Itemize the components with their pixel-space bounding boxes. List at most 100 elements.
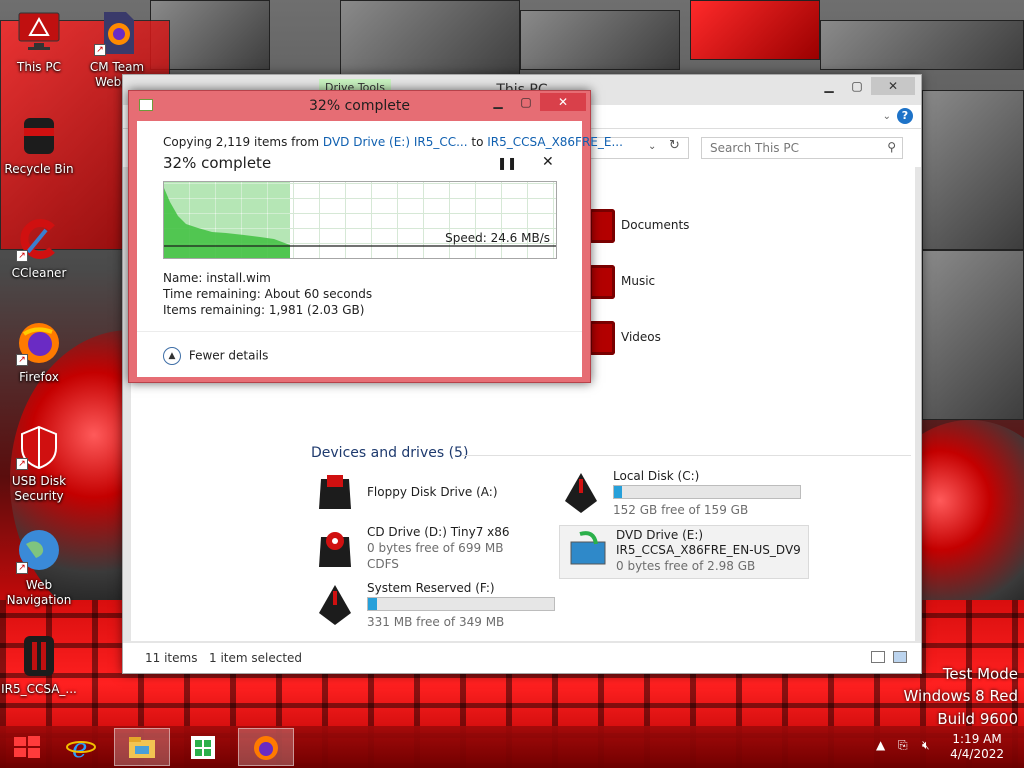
- section-divider: [461, 455, 911, 456]
- drive-local-c[interactable]: Local Disk (C:) 152 GB free of 159 GB: [557, 467, 807, 521]
- desktop-icon-label: Recycle Bin: [4, 162, 74, 176]
- hard-drive-icon: [565, 473, 597, 513]
- copy-source-link[interactable]: DVD Drive (E:) IR5_CC...: [323, 135, 468, 149]
- wallpaper-cube: [922, 250, 1024, 420]
- section-header[interactable]: Devices and drives (5): [311, 445, 468, 461]
- taskbar-store[interactable]: [176, 728, 232, 766]
- desktop-icon-usb-disk-security[interactable]: ↗ USB Disk Security: [1, 424, 77, 504]
- refresh-icon[interactable]: ↻: [669, 138, 680, 153]
- drive-name: CD Drive (D:) Tiny7 x86: [367, 525, 510, 539]
- copy-destination-link[interactable]: IR5_CCSA_X86FRE_E...: [487, 135, 623, 149]
- drive-system-reserved-f[interactable]: System Reserved (F:) 331 MB free of 349 …: [311, 579, 561, 633]
- watermark-line: Windows 8 Red: [903, 687, 1018, 705]
- close-button[interactable]: ✕: [871, 77, 915, 95]
- minimize-button[interactable]: ▁: [815, 77, 843, 95]
- status-bar: 11 items 1 item selected: [123, 643, 921, 673]
- drive-name: Local Disk (C:): [613, 469, 700, 483]
- folder-label: Videos: [621, 330, 661, 344]
- desktop-icon-ccleaner[interactable]: ↗ CCleaner: [1, 216, 77, 281]
- large-icons-view-icon[interactable]: [893, 651, 907, 663]
- drive-dvd-e[interactable]: DVD Drive (E:) IR5_CCSA_X86FRE_EN-US_DV9…: [559, 525, 809, 579]
- desktop-icon-web-navigation[interactable]: ↗ Web Navigation: [1, 528, 77, 608]
- show-hidden-icons-icon[interactable]: ▲: [876, 738, 885, 752]
- help-icon[interactable]: ?: [897, 108, 913, 124]
- copy-summary: Copying 2,119 items from DVD Drive (E:) …: [163, 135, 623, 149]
- folder-music[interactable]: Music: [589, 263, 739, 303]
- drive-usage-text: 0 bytes free of 2.98 GB: [616, 559, 756, 573]
- taskbar-file-explorer[interactable]: [114, 728, 170, 766]
- store-icon: [191, 736, 215, 759]
- recycle-bin-icon: [16, 112, 62, 158]
- dvd-drive-icon: [570, 531, 606, 565]
- system-clock[interactable]: 1:19 AM 4/4/2022: [950, 732, 1004, 762]
- drive-usage-text: 152 GB free of 159 GB: [613, 503, 749, 517]
- desktop-icon-ir5-ccsa[interactable]: IR5_CCSA_...: [1, 632, 77, 697]
- drive-filesystem: CDFS: [367, 557, 399, 571]
- speed-curve: [164, 188, 556, 258]
- dialog-body: Copying 2,119 items from DVD Drive (E:) …: [137, 121, 623, 377]
- detail-value: About 60 seconds: [264, 287, 373, 301]
- folder-documents[interactable]: Documents: [589, 207, 739, 247]
- search-input[interactable]: Search This PC ⚲: [701, 137, 903, 159]
- copy-to-text: to: [471, 135, 484, 149]
- cancel-copy-button[interactable]: ✕: [542, 154, 554, 170]
- close-button[interactable]: ✕: [540, 93, 586, 111]
- wallpaper-cube: [820, 20, 1024, 70]
- folder-videos[interactable]: Videos: [589, 319, 739, 359]
- fewer-details-label: Fewer details: [188, 348, 269, 363]
- drive-floppy-a[interactable]: Floppy Disk Drive (A:): [311, 467, 561, 521]
- wallpaper-cube: [520, 10, 680, 70]
- maximize-button[interactable]: ▢: [512, 93, 540, 111]
- hard-drive-icon: [319, 585, 351, 625]
- dialog-controls: ▁ ▢ ✕: [484, 93, 586, 111]
- network-icon[interactable]: ⎘: [898, 738, 908, 753]
- drive-usage-fill: [614, 486, 623, 498]
- windows-logo-icon: [14, 736, 40, 758]
- taskbar-internet-explorer[interactable]: e: [54, 728, 110, 766]
- drive-usage-text: 0 bytes free of 699 MB: [367, 541, 504, 555]
- floppy-drive-icon: [319, 475, 351, 509]
- desktop-icon-recycle-bin[interactable]: Recycle Bin: [1, 112, 77, 177]
- detail-time-remaining: Time remaining: About 60 seconds: [163, 287, 372, 301]
- chevron-down-icon[interactable]: ⌄: [883, 111, 891, 122]
- drive-usage-text: 331 MB free of 349 MB: [367, 615, 505, 629]
- drive-cd-d[interactable]: CD Drive (D:) Tiny7 x86 0 bytes free of …: [311, 523, 561, 577]
- taskbar-firefox[interactable]: [238, 728, 294, 766]
- this-pc-icon: [16, 10, 62, 56]
- taskbar: e ▲ ⎘ 🔇︎ 1:19 AM 4/4/2022: [0, 726, 1024, 768]
- volume-muted-icon[interactable]: 🔇︎: [922, 738, 930, 753]
- detail-label: Items remaining:: [163, 303, 266, 317]
- detail-name: Name: install.wim: [163, 271, 271, 285]
- desktop-icon-label: Firefox: [19, 370, 59, 384]
- copy-prefix: Copying 2,119 items from: [163, 135, 320, 149]
- shortcut-arrow-icon: ↗: [16, 458, 28, 470]
- status-item-count: 11 items: [145, 651, 198, 665]
- shield-icon: ↗: [16, 424, 62, 470]
- minimize-button[interactable]: ▁: [484, 93, 512, 111]
- pause-button[interactable]: ❚❚: [497, 156, 517, 170]
- wallpaper-cube: [922, 90, 1024, 250]
- maximize-button[interactable]: ▢: [843, 77, 871, 95]
- desktop-icon-this-pc[interactable]: This PC: [1, 10, 77, 75]
- copy-progress-dialog[interactable]: 32% complete ▁ ▢ ✕ Copying 2,119 items f…: [128, 90, 623, 383]
- chevron-down-icon[interactable]: ⌄: [648, 141, 656, 152]
- search-icon: ⚲: [887, 140, 896, 154]
- search-placeholder: Search This PC: [710, 141, 799, 155]
- drive-usage-fill: [368, 598, 378, 610]
- drive-volume-label: IR5_CCSA_X86FRE_EN-US_DV9: [616, 543, 801, 557]
- fewer-details-button[interactable]: ▲ Fewer details: [163, 347, 268, 365]
- details-view-icon[interactable]: [871, 651, 885, 663]
- globe-icon: ↗: [16, 528, 62, 574]
- watermark-line: Test Mode: [942, 665, 1018, 683]
- start-button[interactable]: [0, 728, 50, 766]
- desktop-icon-label: This PC: [17, 60, 61, 74]
- desktop-icon-label: USB Disk Security: [11, 474, 67, 503]
- drive-icon: [16, 632, 62, 678]
- clock-date: 4/4/2022: [950, 747, 1004, 761]
- internet-explorer-icon: e: [66, 734, 96, 761]
- desktop-icon-firefox[interactable]: ↗ Firefox: [1, 320, 77, 385]
- cd-drive-icon: [319, 532, 351, 567]
- shortcut-arrow-icon: ↗: [16, 354, 28, 366]
- firefox-doc-icon: ↗: [94, 10, 140, 56]
- folder-label: Music: [621, 274, 656, 288]
